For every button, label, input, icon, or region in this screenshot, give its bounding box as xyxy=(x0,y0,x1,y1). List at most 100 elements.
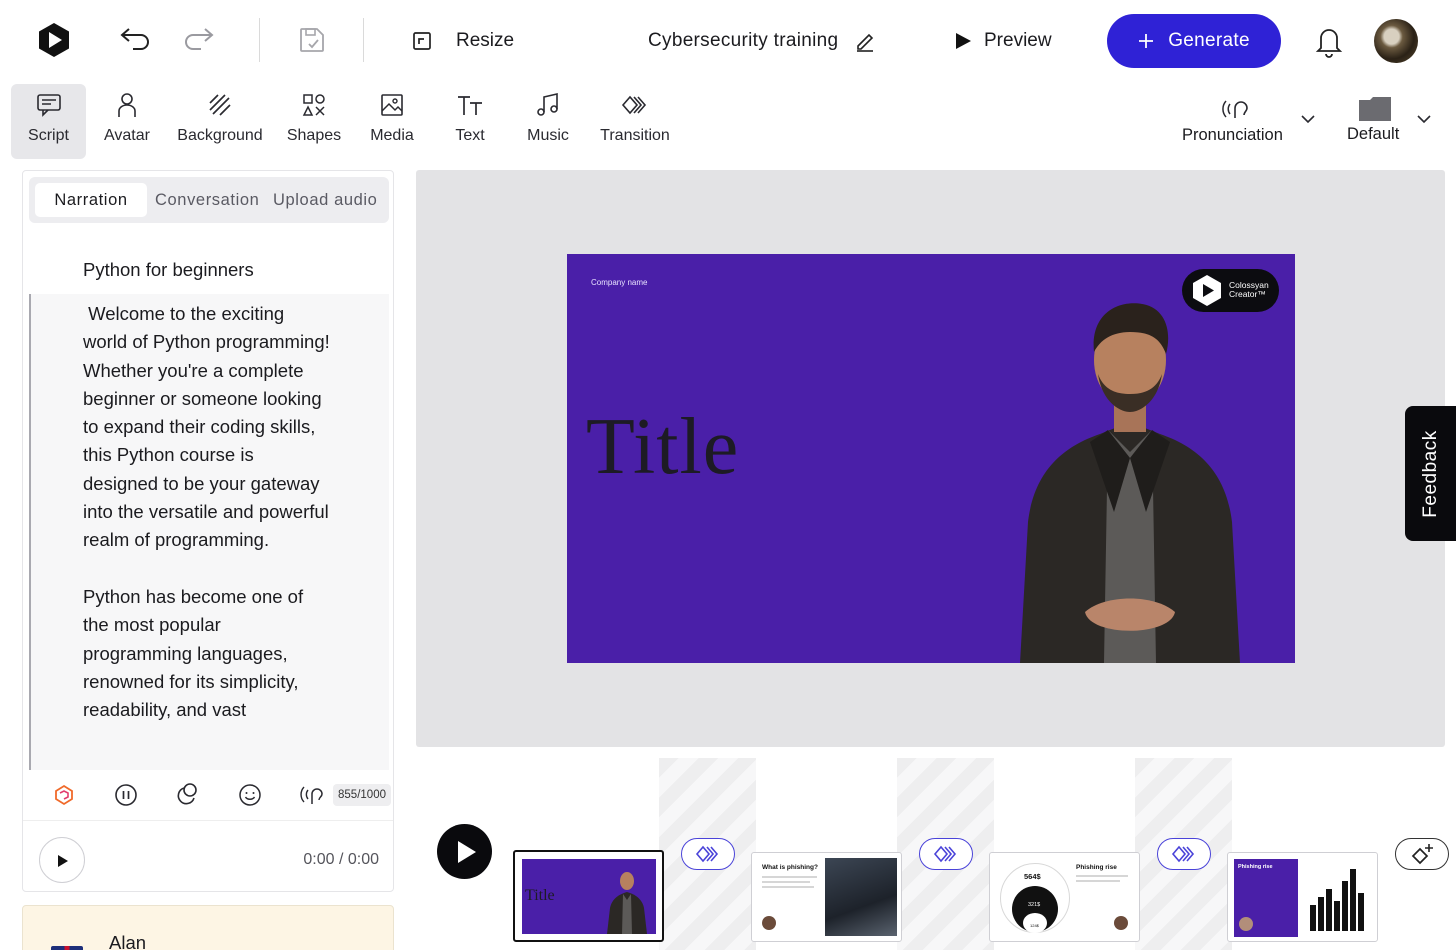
character-count: 855/1000 xyxy=(333,784,391,806)
thumb4-bar-chart xyxy=(1310,869,1364,931)
emotion-smiley-icon[interactable] xyxy=(238,783,262,807)
narration-mode-tabs: Narration Conversation Upload audio xyxy=(29,177,389,223)
generate-label: Generate xyxy=(1168,30,1250,51)
audio-player: 0:00 / 0:00 xyxy=(23,823,393,889)
play-icon xyxy=(954,32,972,50)
generate-button[interactable]: Generate xyxy=(1107,14,1281,68)
default-dropdown[interactable]: Default xyxy=(1344,92,1444,152)
resize-icon xyxy=(412,31,432,51)
presenter-avatar-image[interactable] xyxy=(980,282,1280,663)
tool-avatar[interactable]: Avatar xyxy=(97,84,157,159)
tab-conversation[interactable]: Conversation xyxy=(155,183,259,217)
script-panel: Narration Conversation Upload audio Pyth… xyxy=(22,170,394,892)
slide-canvas[interactable]: Company name Title Colossyan Creator™ xyxy=(567,254,1295,663)
audio-time: 0:00 / 0:00 xyxy=(303,851,379,868)
transition-icon xyxy=(621,92,649,118)
user-avatar[interactable] xyxy=(1374,19,1418,63)
tool-music[interactable]: Music xyxy=(520,84,576,159)
feedback-tab[interactable]: Feedback xyxy=(1405,406,1456,541)
avatar-card[interactable]: Alan xyxy=(22,905,394,950)
tool-avatar-label: Avatar xyxy=(104,127,150,144)
thumb4-title: Phishing rise xyxy=(1238,864,1273,870)
avatar-name: Alan xyxy=(109,932,147,950)
company-name-text[interactable]: Company name xyxy=(591,278,647,287)
pronunciation-label: Pronunciation xyxy=(1182,126,1283,144)
transition-icon xyxy=(1171,844,1199,864)
music-note-icon xyxy=(535,92,561,118)
play-icon xyxy=(457,840,477,864)
tool-media[interactable]: Media xyxy=(362,84,422,159)
play-icon xyxy=(57,854,69,868)
redo-icon[interactable] xyxy=(183,24,215,50)
tool-transition-label: Transition xyxy=(600,127,670,144)
gesture-icon[interactable] xyxy=(176,782,200,806)
script-actions-bar: 855/1000 xyxy=(23,771,393,821)
tool-media-label: Media xyxy=(370,127,414,144)
script-title[interactable]: Python for beginners xyxy=(83,259,254,281)
script-icon xyxy=(36,92,62,118)
feedback-label: Feedback xyxy=(1419,429,1441,518)
resize-button[interactable]: Resize xyxy=(412,28,514,54)
tab-upload-audio[interactable]: Upload audio xyxy=(273,183,377,217)
chevron-down-icon xyxy=(1416,114,1432,124)
pause-icon[interactable] xyxy=(114,783,138,807)
scene-thumbnail-1[interactable]: Title xyxy=(513,850,664,942)
tool-text-label: Text xyxy=(455,127,485,144)
transition-button-1[interactable] xyxy=(681,838,735,870)
slide-title-text[interactable]: Title xyxy=(586,402,739,493)
transition-button-2[interactable] xyxy=(919,838,973,870)
plus-icon xyxy=(1138,33,1154,49)
transition-icon xyxy=(695,844,723,864)
undo-icon[interactable] xyxy=(119,24,151,50)
chevron-down-icon xyxy=(1300,114,1316,124)
background-icon xyxy=(207,92,233,118)
tool-text[interactable]: Text xyxy=(442,84,498,159)
ai-assistant-icon[interactable] xyxy=(53,784,75,806)
save-icon[interactable] xyxy=(298,26,326,54)
tool-background[interactable]: Background xyxy=(174,84,266,159)
tool-music-label: Music xyxy=(527,127,569,144)
thumb3-val1: 564$ xyxy=(1024,872,1041,881)
add-transition-button[interactable] xyxy=(1395,838,1449,870)
project-title[interactable]: Cybersecurity training xyxy=(648,28,876,54)
pronunciation-button[interactable]: Pronunciation xyxy=(1178,92,1318,152)
preview-label: Preview xyxy=(984,30,1052,51)
media-icon xyxy=(379,92,405,118)
thumb3-val3: 124$ xyxy=(1030,923,1039,928)
preview-button[interactable]: Preview xyxy=(954,28,1052,54)
add-transition-icon xyxy=(1411,843,1435,865)
avatar-icon xyxy=(114,92,140,118)
tool-script-label: Script xyxy=(28,127,69,144)
scene-thumbnail-3[interactable]: 564$ 321$ 124$ Phishing rise xyxy=(989,852,1140,942)
uk-flag-icon xyxy=(51,946,83,950)
resize-label: Resize xyxy=(456,30,515,51)
tab-narration[interactable]: Narration xyxy=(35,183,147,217)
tool-script[interactable]: Script xyxy=(11,84,86,159)
project-title-text: Cybersecurity training xyxy=(648,30,839,51)
thumb3-title: Phishing rise xyxy=(1076,864,1117,871)
app-logo-icon[interactable] xyxy=(36,21,72,59)
thumb1-title: Title xyxy=(525,887,555,904)
pronunciation-icon xyxy=(1221,96,1249,122)
transition-icon xyxy=(933,844,961,864)
shapes-icon xyxy=(301,92,327,118)
script-text: Welcome to the exciting world of Python … xyxy=(83,303,330,721)
pronunciation-icon[interactable] xyxy=(300,783,324,807)
tool-background-label: Background xyxy=(177,127,263,144)
transition-button-3[interactable] xyxy=(1157,838,1211,870)
default-label: Default xyxy=(1347,125,1400,143)
scene-thumbnail-4[interactable]: Phishing rise xyxy=(1227,852,1378,942)
thumb3-val2: 321$ xyxy=(1028,902,1041,908)
tool-shapes[interactable]: Shapes xyxy=(284,84,344,159)
scene-thumbnail-2[interactable]: What is phishing? xyxy=(751,852,902,942)
timeline-play-button[interactable] xyxy=(437,824,492,879)
folder-icon xyxy=(1358,96,1392,122)
audio-play-button[interactable] xyxy=(39,837,85,883)
text-icon xyxy=(456,92,484,118)
tool-shapes-label: Shapes xyxy=(286,127,342,144)
thumb2-title: What is phishing? xyxy=(762,864,818,871)
edit-pencil-icon[interactable] xyxy=(854,30,876,52)
notification-bell-icon[interactable] xyxy=(1314,24,1344,58)
script-textarea[interactable]: Welcome to the exciting world of Python … xyxy=(29,294,389,770)
tool-transition[interactable]: Transition xyxy=(596,84,674,159)
